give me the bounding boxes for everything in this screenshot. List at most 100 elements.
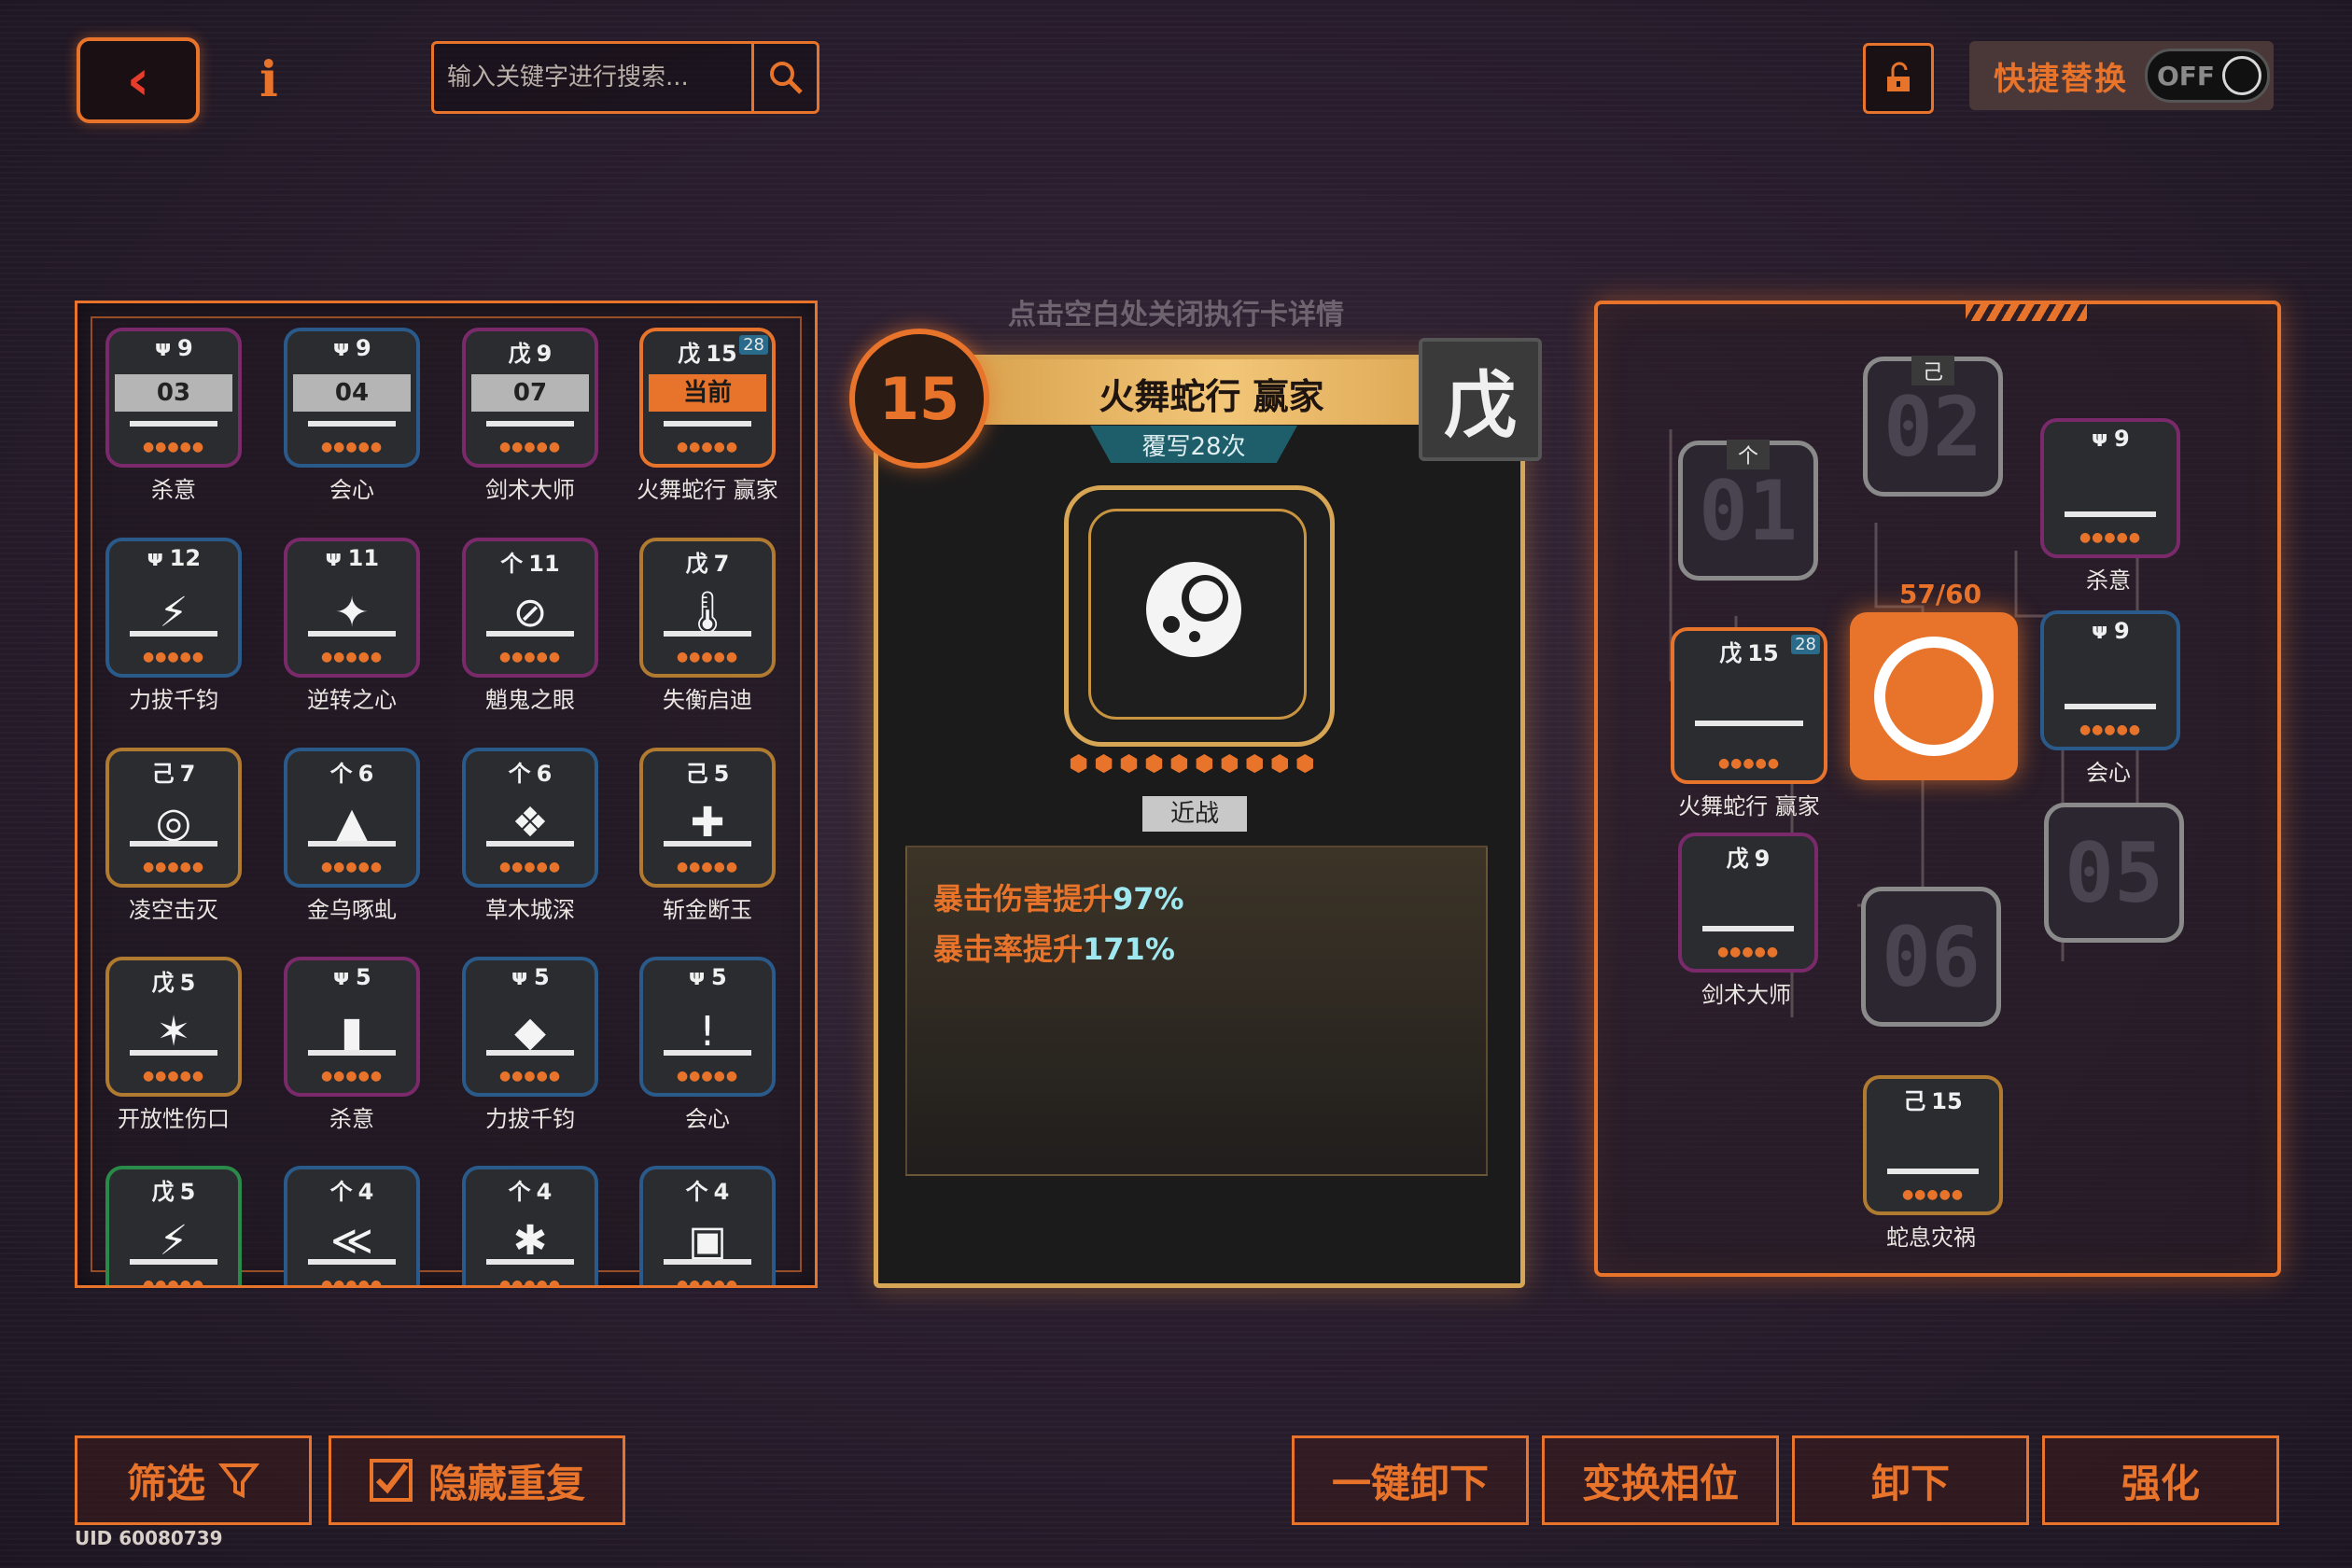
card-bar bbox=[130, 421, 217, 427]
inventory-card[interactable]: ᴪ 5 ◆ ●●●●● bbox=[462, 957, 598, 1097]
swap-phase-button[interactable]: 变换相位 bbox=[1542, 1435, 1779, 1525]
card-level: 11 bbox=[528, 551, 560, 577]
card-level: 4 bbox=[357, 1179, 374, 1205]
card-phase: ᴪ bbox=[154, 335, 173, 361]
card-phase: ᴪ bbox=[332, 335, 351, 361]
card-level: 7 bbox=[179, 761, 196, 787]
unload-button[interactable]: 卸下 bbox=[1792, 1435, 2029, 1525]
info-icon[interactable]: i bbox=[250, 51, 287, 108]
core-slot[interactable] bbox=[1850, 612, 2018, 780]
card-phase: ᴪ bbox=[511, 964, 529, 990]
inventory-card[interactable]: 己 5 ✚ ●●●●● bbox=[639, 748, 776, 888]
detail-title: 火舞蛇行 赢家 bbox=[1099, 376, 1324, 417]
inventory-card[interactable]: ᴪ 5 ▮ ●●●●● bbox=[284, 957, 420, 1097]
inventory-card[interactable]: 个 6 ▲ ●●●●● bbox=[284, 748, 420, 888]
filter-button[interactable]: 筛选 bbox=[75, 1435, 312, 1525]
inventory-card[interactable]: 己 7 ◎ ●●●●● bbox=[105, 748, 242, 888]
inventory-card[interactable]: ᴪ 9 04 ●●●●● bbox=[284, 328, 420, 468]
back-arrow-icon: ‹ bbox=[126, 48, 150, 113]
unlock-icon bbox=[1887, 62, 1910, 91]
card-header: 己7 bbox=[109, 755, 238, 788]
card-rarity-dots: ●●●●● bbox=[498, 1069, 562, 1084]
toggle-knob bbox=[2222, 56, 2262, 95]
card-level: 9 bbox=[356, 335, 371, 361]
inventory-card[interactable]: ᴪ 11 ✦ ●●●●● bbox=[284, 538, 420, 678]
inventory-card[interactable]: 个 4 ✱ ●●●●● bbox=[462, 1166, 598, 1285]
card-phase: ᴪ bbox=[146, 545, 164, 571]
unload-all-button[interactable]: 一键卸下 bbox=[1292, 1435, 1529, 1525]
inventory-card[interactable]: 戊 5 ✶ ●●●●● bbox=[105, 957, 242, 1097]
equipped-card[interactable]: ᴪ 9 ●●●●● bbox=[2040, 610, 2180, 750]
card-rarity-dots: ●●●●● bbox=[142, 860, 205, 875]
card-rarity-dots: ●●●●● bbox=[320, 650, 384, 665]
inventory-card[interactable]: 个 4 ▣ ●●●●● bbox=[639, 1166, 776, 1285]
card-name: 凌空击灭 bbox=[129, 897, 218, 923]
equipped-bar bbox=[1702, 926, 1794, 931]
card-header: 个4 bbox=[466, 1173, 595, 1206]
inventory-card[interactable]: 戊 5 ⚡ ●●●●● bbox=[105, 1166, 242, 1288]
inventory-card[interactable]: ᴪ 5! ●●●●● bbox=[639, 957, 776, 1097]
inventory-card[interactable]: 个 4 ≪ ●●●●● bbox=[284, 1166, 420, 1285]
inventory-card[interactable]: 戊 7 🌡 ●●●●● bbox=[639, 538, 776, 678]
effect-box: 暴击伤害提升97% 暴击率提升171% bbox=[905, 846, 1488, 1176]
equipped-header: ᴪ9 bbox=[2044, 618, 2177, 644]
card-rarity-dots: ●●●●● bbox=[142, 440, 205, 455]
card-level: 9 bbox=[177, 335, 193, 361]
card-band: 03 bbox=[115, 374, 232, 412]
slot-02[interactable]: 02 己 bbox=[1863, 356, 2003, 497]
card-phase: ᴪ bbox=[324, 545, 343, 571]
quick-replace-toggle[interactable]: OFF bbox=[2145, 49, 2270, 103]
lock-button[interactable] bbox=[1863, 43, 1934, 114]
equipped-card[interactable]: 己 15 ●●●●● bbox=[1863, 1075, 2003, 1215]
equipped-card[interactable]: 戊 15 ●●●●● 28 bbox=[1671, 627, 1827, 784]
card-level: 5 bbox=[179, 1179, 196, 1205]
card-bar bbox=[308, 1259, 396, 1265]
card-phase: ᴪ bbox=[332, 964, 351, 990]
slot-01[interactable]: 01 个 bbox=[1678, 440, 1818, 581]
filter-label: 筛选 bbox=[126, 1460, 205, 1506]
equipped-header: 戊9 bbox=[1682, 840, 1814, 873]
equipped-overwrite-badge: 28 bbox=[1791, 635, 1820, 654]
equipped-name: 火舞蛇行 赢家 bbox=[1678, 793, 1820, 819]
card-phase: 个 bbox=[500, 551, 524, 577]
effect-list: 暴击伤害提升97% 暴击率提升171% bbox=[933, 875, 1184, 969]
card-phase: 己 bbox=[151, 761, 175, 787]
toggle-state: OFF bbox=[2157, 60, 2216, 91]
search-input[interactable] bbox=[434, 44, 751, 111]
card-phase: 己 bbox=[685, 761, 708, 787]
slot-06[interactable]: 06 bbox=[1861, 887, 2001, 1027]
equipped-name: 杀意 bbox=[2086, 567, 2131, 594]
card-bar bbox=[130, 841, 217, 847]
equipped-phase: ᴪ bbox=[2091, 618, 2109, 644]
slot-05[interactable]: 05 bbox=[2044, 803, 2184, 943]
inventory-card[interactable]: ᴪ 12 ⚡ ●●●●● bbox=[105, 538, 242, 678]
card-header: ᴪ9 bbox=[109, 335, 238, 361]
card-rarity-dots: ●●●●● bbox=[676, 440, 739, 455]
core-ring-icon bbox=[1874, 637, 1994, 756]
inventory-card[interactable]: 戊 9 07 ●●●●● bbox=[462, 328, 598, 468]
card-name: 火舞蛇行 赢家 bbox=[637, 477, 778, 503]
card-rarity-dots: ●●●●● bbox=[142, 1069, 205, 1084]
card-band: 07 bbox=[471, 374, 589, 412]
equipped-level: 15 bbox=[1747, 640, 1779, 666]
card-bar bbox=[308, 841, 396, 847]
search-button[interactable] bbox=[751, 44, 817, 111]
hide-duplicates-toggle[interactable]: 隐藏重复 bbox=[329, 1435, 625, 1525]
equipped-card[interactable]: 戊 9 ●●●●● bbox=[1678, 833, 1818, 973]
inventory-card[interactable]: 戊 15 当前 ●●●●● 28 bbox=[639, 328, 776, 468]
card-name: 会心 bbox=[329, 477, 374, 503]
card-bar bbox=[308, 631, 396, 637]
card-phase: 个 bbox=[508, 761, 531, 787]
card-rarity-dots: ●●●●● bbox=[498, 650, 562, 665]
equipped-level: 9 bbox=[2114, 426, 2130, 452]
back-button[interactable]: ‹ bbox=[77, 37, 200, 123]
card-phase: 个 bbox=[685, 1179, 708, 1205]
card-rarity-dots: ●●●●● bbox=[142, 1278, 205, 1288]
inventory-card[interactable]: ᴪ 9 03 ●●●●● bbox=[105, 328, 242, 468]
enhance-button[interactable]: 强化 bbox=[2042, 1435, 2279, 1525]
card-name: 魈鬼之眼 bbox=[485, 687, 575, 713]
card-rarity-dots: ●●●●● bbox=[142, 650, 205, 665]
inventory-card[interactable]: 个 11 ⊘ ●●●●● bbox=[462, 538, 598, 678]
inventory-card[interactable]: 个 6 ❖ ●●●●● bbox=[462, 748, 598, 888]
equipped-card[interactable]: ᴪ 9 ●●●●● bbox=[2040, 418, 2180, 558]
